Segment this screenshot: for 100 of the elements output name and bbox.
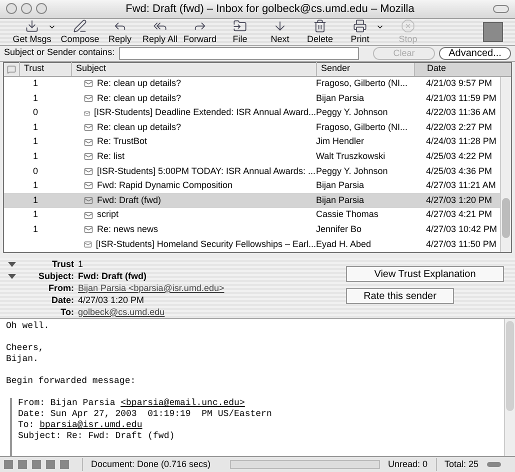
column-header[interactable]: Date (414, 62, 511, 76)
trust-cell: 1 (33, 209, 38, 220)
trust-cell: 1 (33, 136, 38, 146)
date-cell-text: 4/24/03 11:28 PM (425, 135, 496, 148)
date-cell-text: 4/27/03 4:21 PM (425, 208, 492, 222)
toolbar-button[interactable]: Get Msgs (12, 18, 52, 45)
message-icon (84, 181, 93, 190)
trust-cell: 1 (33, 78, 38, 88)
sender-cell-text: Jim Hendler (316, 135, 366, 148)
sender-cell-text: Bijan Parsia (316, 179, 366, 192)
rate-sender-button[interactable]: Rate this sender (346, 288, 454, 304)
toolbar-button[interactable]: Forward (180, 18, 220, 45)
date-cell-text: 4/27/03 11:21 AM (425, 179, 496, 192)
window-control-icon[interactable] (36, 3, 47, 14)
scrollbar[interactable] (504, 319, 515, 456)
header-value: 1 (78, 258, 84, 271)
subject-cell-text: Fwd: Draft (fwd) (97, 194, 162, 207)
toolbar-button[interactable]: Print (340, 18, 380, 45)
toolbar-button[interactable]: Delete (300, 18, 340, 45)
date-cell-text: 4/27/03 1:20 PM (425, 194, 492, 207)
subject-cell-text: Re: news news (97, 223, 158, 236)
message-row[interactable]: 1 Fwd: Rapid Dynamic Composition Bijan Parsia 4/27/03 11:21 AM (4, 178, 500, 194)
subject-cell-text: [ISR-Students] Homeland Security Fellowships – Earl... (96, 238, 316, 251)
toolbar-button[interactable]: Reply (100, 18, 140, 45)
body-text: Oh well. (6, 321, 50, 332)
sender-cell-text: Eyad H. Abed (316, 238, 372, 251)
search-field[interactable] (118, 46, 359, 60)
toolbar-button[interactable]: Compose (60, 18, 100, 45)
message-icon (84, 196, 93, 206)
toolbar-button[interactable]: Next (260, 18, 300, 45)
date-cell-text: 4/27/03 10:42 PM (425, 223, 498, 236)
message-icon (84, 123, 93, 132)
search-label: Subject or Sender contains: (4, 46, 115, 60)
window-control-icon[interactable] (6, 3, 17, 14)
trust-cell: 1 (33, 122, 38, 132)
window-control-icon[interactable] (21, 3, 32, 14)
email-link[interactable]: <bparsia@email.unc.edu> (120, 398, 245, 410)
trust-cell: 1 (33, 151, 38, 162)
toolbar-toggle-icon[interactable] (493, 4, 509, 13)
disclosure-triangle-icon[interactable] (8, 262, 16, 267)
header-link[interactable]: Bijan Parsia <bparsia@isr.umd.edu> (78, 282, 224, 296)
total-count: Total: 25 (436, 458, 479, 472)
column-header[interactable]: Subject (71, 62, 316, 76)
trust-cell: 1 (33, 194, 38, 205)
header-link[interactable]: golbeck@cs.umd.edu (78, 306, 165, 320)
header-value: Fwd: Draft (fwd) (78, 270, 146, 283)
trust-cell: 1 (33, 180, 38, 190)
header-value: 4/27/03 1:20 PM (78, 294, 144, 307)
window-title: Fwd: Draft (fwd) – Inbox for golbeck@cs.umd.edu – Mozilla (124, 2, 416, 17)
message-icon (84, 240, 92, 249)
quoted-text: Subject: Re: Fwd: Draft (fwd) (18, 431, 175, 442)
sender-cell-text: Bijan Parsia (316, 92, 366, 105)
advanced-button[interactable]: Advanced... (439, 46, 511, 60)
scrollbar[interactable] (500, 76, 511, 252)
header-label: From: (48, 282, 75, 295)
subject-cell-text: Re: clean up details? (97, 92, 182, 105)
toolbar-button[interactable]: File (220, 18, 260, 45)
quoted-text: Date: Sun Apr 27, 2003 01:19:19 PM US/Eastern (18, 409, 272, 420)
quoted-text: From: Bijan Parsia (18, 398, 116, 410)
subject-cell-text: script (97, 208, 119, 222)
sender-cell-text: Peggy Y. Johnson (316, 106, 389, 120)
thread-icon[interactable] (7, 64, 16, 74)
trust-cell: 1 (33, 224, 38, 234)
unread-count: Unread: 0 (388, 458, 428, 471)
subject-cell-text: Re: clean up details? (97, 77, 182, 90)
subject-cell-text: Re: clean up details? (97, 120, 182, 134)
message-row[interactable]: 1 Fwd: Draft (fwd) Bijan Parsia 4/27/03 1:20 PM (4, 193, 500, 208)
quoted-text: To: (18, 420, 36, 432)
message-icon (84, 79, 93, 88)
trust-cell: 1 (33, 92, 38, 103)
subject-cell-text: [ISR-Students] Deadline Extended: ISR Annual Award... (94, 106, 316, 120)
header-label: Subject: (37, 270, 75, 283)
date-cell-text: 4/27/03 11:50 PM (425, 238, 496, 251)
date-cell-text: 4/21/03 11:59 PM (425, 92, 496, 105)
trust-cell: 0 (33, 166, 38, 176)
toolbar-button[interactable]: Reply All (140, 18, 180, 45)
sender-cell-text: Bijan Parsia (316, 194, 366, 207)
date-cell-text: 4/21/03 9:57 PM (425, 77, 492, 90)
subject-cell-text: Fwd: Rapid Dynamic Composition (97, 179, 233, 192)
email-link[interactable]: bparsia@isr.umd.edu (40, 420, 142, 432)
sender-cell-text: Cassie Thomas (316, 208, 380, 222)
header-label: Trust (50, 258, 75, 271)
disclosure-triangle-icon[interactable] (8, 274, 16, 279)
message-icon (84, 152, 93, 162)
message-icon (84, 166, 93, 176)
subject-cell-text: Re: list (97, 150, 125, 164)
message-icon (84, 210, 93, 220)
sender-cell-text: Walt Truszkowski (316, 150, 386, 164)
sender-cell-text: Jennifer Bo (316, 223, 363, 236)
column-header[interactable]: Trust (19, 62, 71, 76)
body-text: Cheers, (6, 343, 45, 354)
date-cell-text: 4/22/03 11:36 AM (425, 106, 496, 120)
body-text: Bijan. (6, 354, 40, 366)
status-text: Document: Done (0.716 secs) (82, 458, 222, 472)
view-trust-button[interactable]: View Trust Explanation (346, 266, 504, 282)
date-cell-text: 4/25/03 4:36 PM (425, 164, 492, 178)
trust-cell: 0 (33, 107, 38, 118)
sender-cell-text: Peggy Y. Johnson (316, 164, 389, 178)
date-cell-text: 4/25/03 4:22 PM (425, 150, 492, 164)
body-text: Begin forwarded message: (6, 376, 137, 388)
